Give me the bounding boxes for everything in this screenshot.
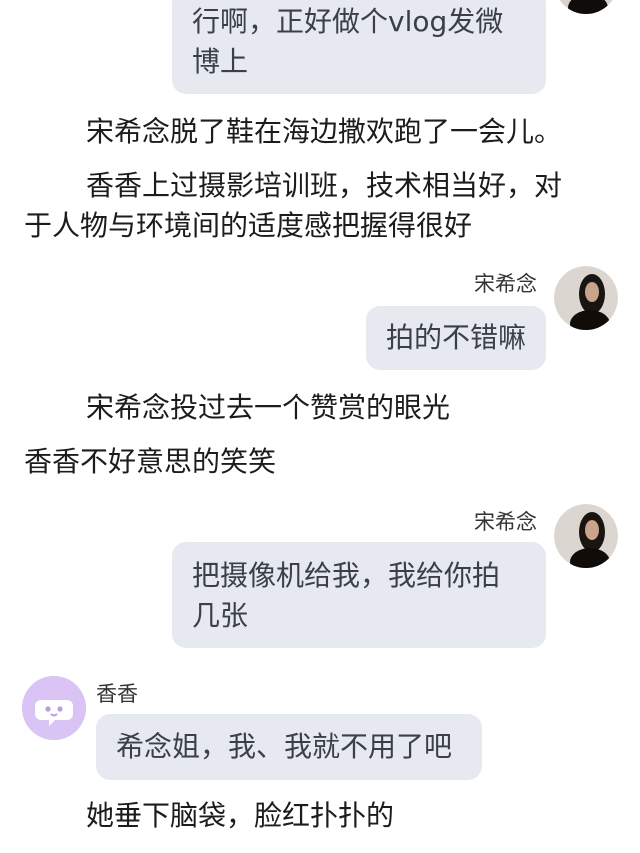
avatar[interactable] — [554, 266, 618, 330]
avatar[interactable] — [554, 504, 618, 568]
message-text: 行啊，正好做个vlog发微博上 — [192, 5, 504, 78]
sender-name: 香香 — [96, 682, 138, 706]
narration-text: 宋希念投过去一个赞赏的眼光 — [86, 391, 451, 424]
narration-text: 她垂下脑袋，脸红扑扑的 — [86, 799, 395, 832]
message-bubble[interactable]: 希念姐，我、我就不用了吧 — [96, 714, 482, 780]
avatar[interactable] — [22, 676, 86, 740]
message-bubble[interactable]: 拍的不错嘛 — [366, 306, 546, 370]
narration-text: 宋希念脱了鞋在海边撒欢跑了一会儿。 — [86, 115, 563, 148]
narration-text: 香香上过摄影培训班，技术相当好，对 — [86, 169, 563, 202]
chat-bubble-face-icon — [22, 676, 86, 740]
sender-name: 宋希念 — [474, 510, 537, 534]
message-text: 把摄像机给我，我给你拍几张 — [192, 559, 501, 632]
narration-text: 香香不好意思的笑笑 — [24, 445, 277, 478]
narration-text: 于人物与环境间的适度感把握得很好 — [24, 209, 473, 242]
avatar[interactable] — [554, 0, 618, 14]
sender-name: 宋希念 — [474, 272, 537, 296]
message-text: 希念姐，我、我就不用了吧 — [116, 730, 453, 763]
message-text: 拍的不错嘛 — [386, 321, 527, 354]
message-bubble[interactable]: 行啊，正好做个vlog发微博上 — [172, 0, 546, 94]
message-bubble[interactable]: 把摄像机给我，我给你拍几张 — [172, 542, 546, 648]
